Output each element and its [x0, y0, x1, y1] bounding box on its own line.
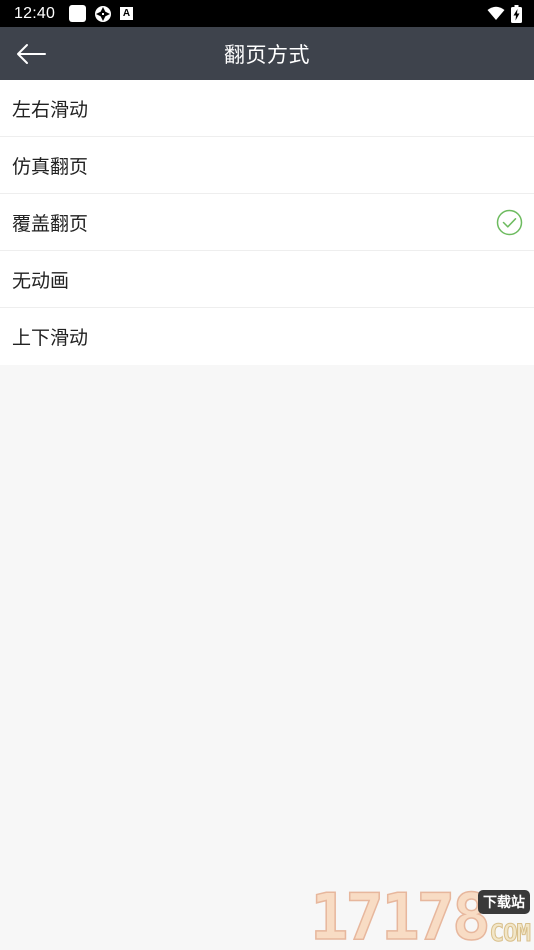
- option-slide-vertical[interactable]: 上下滑动: [0, 308, 534, 365]
- app-header: 翻页方式: [0, 27, 534, 80]
- option-simulation[interactable]: 仿真翻页: [0, 137, 534, 194]
- option-label: 覆盖翻页: [12, 212, 89, 235]
- status-bar: 12:40 A: [0, 0, 534, 27]
- page-title: 翻页方式: [224, 42, 310, 67]
- wifi-icon: [487, 6, 505, 20]
- battery-charging-icon: [511, 4, 522, 23]
- aperture-icon: [95, 5, 112, 22]
- watermark-digits: 17178: [309, 881, 491, 950]
- back-button[interactable]: [14, 39, 48, 69]
- arrow-left-icon: [17, 44, 46, 64]
- square-notification-icon: [69, 5, 87, 22]
- status-icons-left: A: [69, 5, 134, 23]
- option-label: 上下滑动: [12, 327, 89, 349]
- page-turn-options-list: 左右滑动 仿真翻页 覆盖翻页 无动画 上下滑动: [0, 80, 534, 365]
- status-time: 12:40: [14, 4, 56, 22]
- option-no-animation[interactable]: 无动画: [0, 251, 534, 308]
- option-label: 仿真翻页: [12, 155, 89, 178]
- option-label: 无动画: [12, 269, 70, 292]
- option-cover[interactable]: 覆盖翻页: [0, 194, 534, 251]
- watermark-suffix: COM: [489, 919, 531, 947]
- option-slide-horizontal[interactable]: 左右滑动: [0, 80, 534, 137]
- status-icons-right: [487, 4, 522, 23]
- option-label: 左右滑动: [12, 98, 89, 121]
- a-letter-icon: A: [120, 7, 134, 20]
- watermark-logo: 17178 下载站 COM: [309, 881, 532, 950]
- watermark-badge: 下载站: [478, 890, 530, 914]
- check-circle-icon: [496, 209, 523, 236]
